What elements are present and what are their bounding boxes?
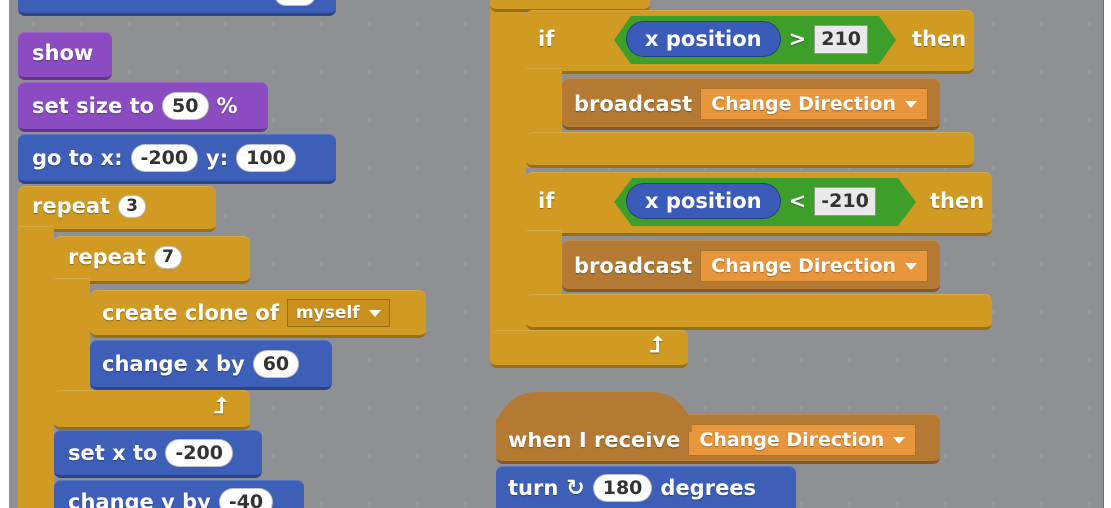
broadcast-message-dropdown-2[interactable]: Change Direction xyxy=(700,250,929,282)
repeat-outer-count[interactable]: 3 xyxy=(118,194,146,218)
if-2-bottom xyxy=(526,294,992,330)
repeat-outer-label: repeat xyxy=(32,194,111,218)
set-x-input[interactable]: -200 xyxy=(165,439,233,467)
show-label: show xyxy=(32,41,94,65)
if-block-2[interactable]: if x position < -210 then xyxy=(526,172,992,236)
create-clone-label: create clone of xyxy=(102,301,279,325)
receive-message-dropdown[interactable]: Change Direction xyxy=(688,424,917,456)
chevron-down-icon xyxy=(893,436,906,444)
outer-loop-bottom: ⮥ xyxy=(490,330,688,368)
clipped-value[interactable] xyxy=(274,0,316,6)
size-input[interactable]: 50 xyxy=(162,92,209,120)
go-to-x-label: go to x: xyxy=(32,146,123,170)
compare-value-1[interactable]: 210 xyxy=(814,24,868,54)
set-size-block[interactable]: set size to 50 % xyxy=(18,82,268,132)
broadcast-message-dropdown-1[interactable]: Change Direction xyxy=(700,88,929,120)
rotate-cw-icon: ↻ xyxy=(566,475,585,501)
then-label-2: then xyxy=(930,189,985,213)
set-size-label: set size to xyxy=(32,94,155,118)
percent-label: % xyxy=(216,94,238,118)
if-label-2: if xyxy=(538,189,555,213)
loop-arrow-icon: ⮥ xyxy=(214,394,227,419)
y-label: y: xyxy=(206,146,229,170)
if-block-1[interactable]: if x position > 210 then xyxy=(526,10,974,74)
change-x-label: change x by xyxy=(102,352,245,376)
outer-loop-arm xyxy=(490,0,526,350)
operator-lt: < xyxy=(788,189,807,213)
broadcast-block-2[interactable]: broadcast Change Direction xyxy=(562,240,940,292)
then-label-1: then xyxy=(912,27,967,51)
broadcast-label-1: broadcast xyxy=(574,92,693,116)
go-to-xy-block[interactable]: go to x: -200 y: 100 xyxy=(18,134,336,184)
turn-block[interactable]: turn ↻ 180 degrees xyxy=(496,466,796,508)
clone-target-value: myself xyxy=(295,303,360,323)
scripts-area[interactable]: show set size to 50 % go to x: -200 y: 1… xyxy=(9,0,1104,508)
change-y-block[interactable]: change y by -40 xyxy=(54,480,304,508)
change-y-input[interactable]: -40 xyxy=(218,488,274,508)
repeat-outer-arm xyxy=(18,226,54,508)
degrees-label: degrees xyxy=(660,476,757,500)
broadcast-label-2: broadcast xyxy=(574,254,693,278)
turn-degrees-input[interactable]: 180 xyxy=(592,474,653,502)
change-x-input[interactable]: 60 xyxy=(252,350,300,378)
show-block[interactable]: show xyxy=(18,32,112,80)
if-1-bottom xyxy=(526,132,974,168)
if-label-1: if xyxy=(538,27,555,51)
loop-arrow-icon: ⮥ xyxy=(650,333,663,358)
turn-label: turn xyxy=(508,476,559,500)
clipped-motion-block[interactable] xyxy=(18,0,336,16)
repeat-inner-count[interactable]: 7 xyxy=(154,245,182,269)
repeat-inner-arm xyxy=(54,278,90,398)
chevron-down-icon xyxy=(368,309,381,317)
repeat-inner-label: repeat xyxy=(68,245,147,269)
chevron-down-icon xyxy=(905,100,918,108)
change-x-block[interactable]: change x by 60 xyxy=(90,340,332,390)
set-x-block[interactable]: set x to -200 xyxy=(54,430,262,478)
compare-value-2[interactable]: -210 xyxy=(814,186,876,216)
operator-gt: > xyxy=(788,27,807,51)
x-position-reporter-2[interactable]: x position xyxy=(626,183,781,219)
y-input[interactable]: 100 xyxy=(236,144,296,172)
chevron-down-icon xyxy=(905,262,918,270)
receive-message: Change Direction xyxy=(699,429,885,451)
broadcast-message-1: Change Direction xyxy=(711,93,897,115)
change-y-label: change y by xyxy=(68,490,211,508)
x-input[interactable]: -200 xyxy=(130,144,199,172)
set-x-label: set x to xyxy=(68,441,158,465)
clone-target-dropdown[interactable]: myself xyxy=(286,299,390,327)
create-clone-block[interactable]: create clone of myself xyxy=(90,290,426,338)
x-position-reporter-1[interactable]: x position xyxy=(626,21,781,57)
repeat-inner-bottom: ⮥ xyxy=(54,390,250,430)
repeat-inner-block[interactable]: repeat 7 xyxy=(54,236,250,284)
hat-cap xyxy=(496,392,692,432)
broadcast-message-2: Change Direction xyxy=(711,255,897,277)
broadcast-block-1[interactable]: broadcast Change Direction xyxy=(562,78,940,130)
